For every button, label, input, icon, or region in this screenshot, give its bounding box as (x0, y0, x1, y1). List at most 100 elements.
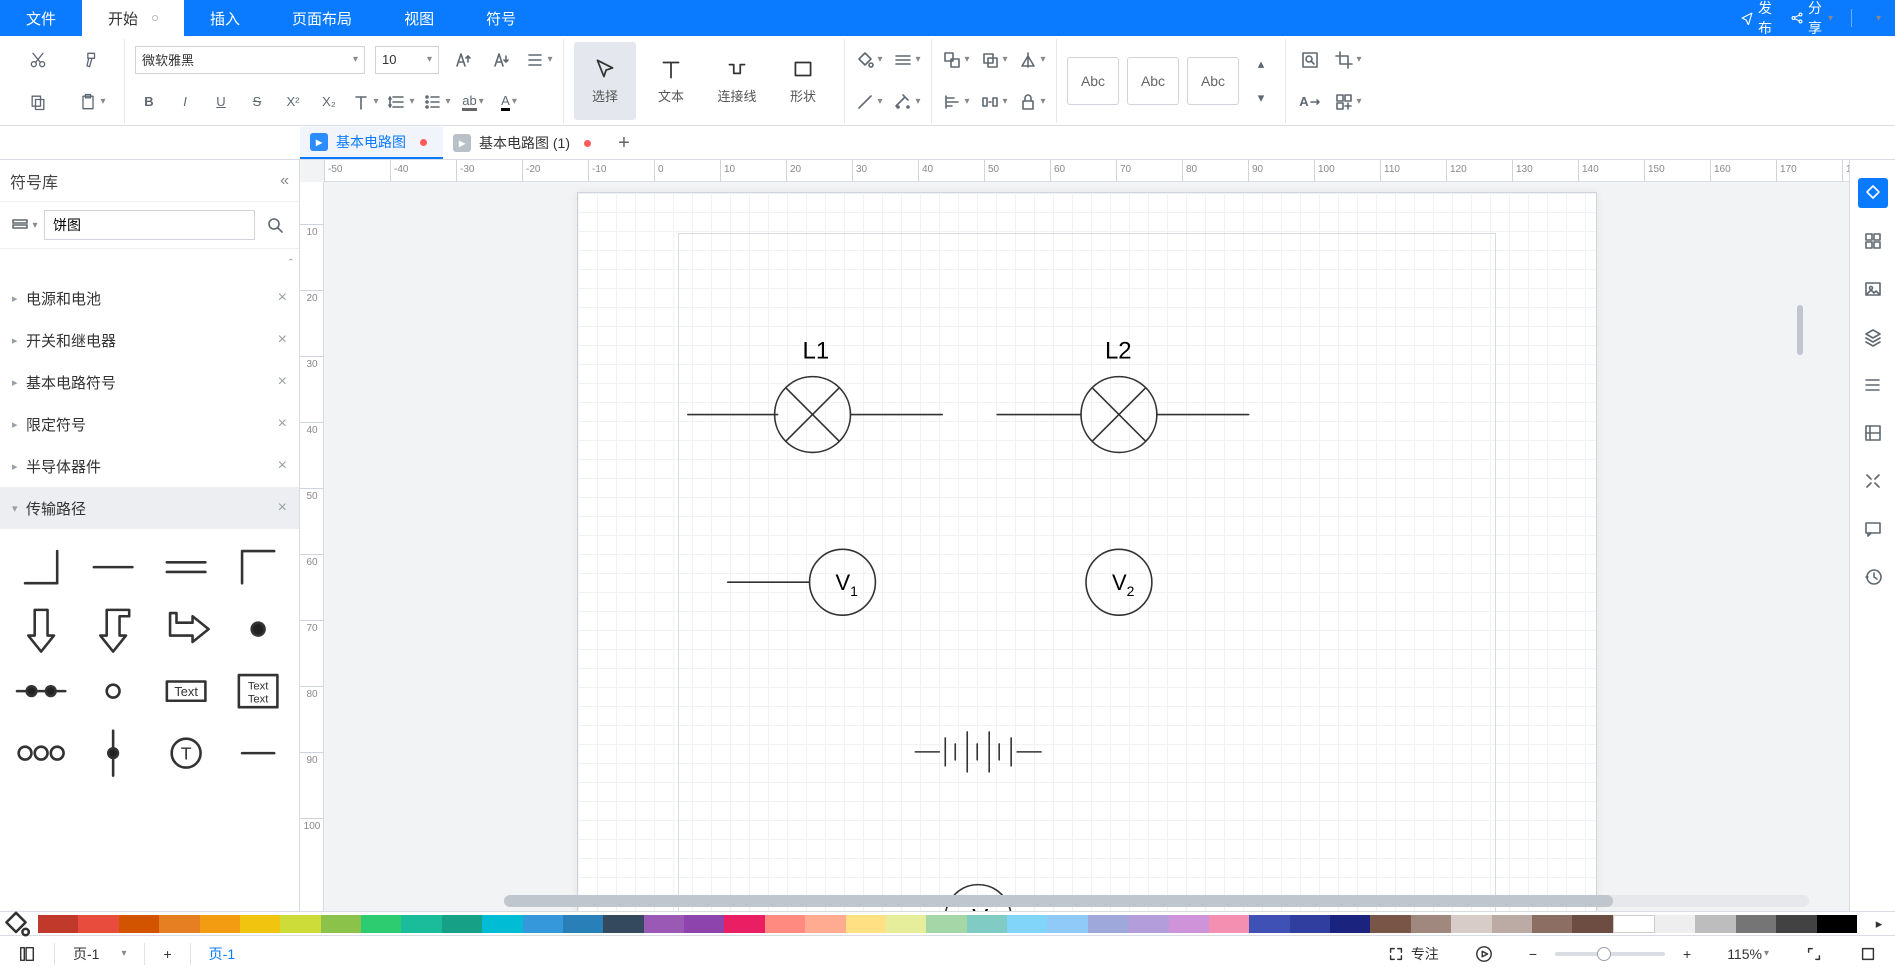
close-icon[interactable]: × (278, 289, 287, 307)
underline-button[interactable]: U (207, 88, 235, 116)
shape-arrow-bend-down[interactable] (80, 601, 146, 657)
text-tool[interactable]: 文本 (640, 42, 702, 120)
doc-tab-1[interactable]: ▸ 基本电路图 (1) (443, 127, 607, 159)
page-tab-0[interactable]: 页-1 (191, 936, 253, 972)
shape-dot[interactable] (225, 601, 291, 657)
group-button[interactable]: ▾ (942, 46, 970, 74)
fill-color-button[interactable]: ▾ (855, 46, 883, 74)
symbol-search-input[interactable] (44, 210, 255, 240)
shape-junction[interactable] (8, 663, 74, 719)
replace-button[interactable]: A (1296, 88, 1324, 116)
shape-text-box[interactable]: Text (153, 663, 219, 719)
cut-button[interactable] (16, 41, 60, 79)
shape-vertical-detach[interactable] (80, 725, 146, 781)
fullscreen-button[interactable] (1787, 936, 1841, 972)
shape-double-line[interactable] (153, 539, 219, 595)
bold-button[interactable]: B (135, 88, 163, 116)
line-spacing-button[interactable]: ▾ (387, 88, 415, 116)
select-tool[interactable]: 选择 (574, 42, 636, 120)
crop-button[interactable]: ▾ (1334, 46, 1362, 74)
format-painter-button[interactable] (70, 41, 114, 79)
copy-button[interactable] (16, 83, 60, 121)
sidebar-cat-qualifier[interactable]: ▸限定符号× (0, 403, 299, 445)
close-icon[interactable]: × (278, 331, 287, 349)
shape-corner-tl[interactable] (8, 539, 74, 595)
zoom-out-button[interactable]: − (1511, 936, 1555, 972)
shape-wire-short[interactable] (225, 725, 291, 781)
collapse-sidebar-button[interactable]: « (280, 172, 289, 190)
theme-next[interactable]: ▾ (1247, 84, 1275, 112)
paste-button[interactable]: ▾ (70, 83, 114, 121)
shape-three-circles[interactable] (8, 725, 74, 781)
theme-1[interactable]: Abc (1067, 57, 1119, 105)
close-icon[interactable]: × (278, 415, 287, 433)
new-tab-button[interactable]: + (607, 127, 641, 159)
theme-prev[interactable]: ▴ (1247, 50, 1275, 78)
menu-insert[interactable]: 插入 (184, 0, 266, 36)
menu-file[interactable]: 文件 (0, 0, 82, 36)
distribute-button[interactable]: ▾ (980, 88, 1008, 116)
library-menu-button[interactable]: ▾ (10, 211, 38, 239)
share-button[interactable]: 分享▾ (1790, 0, 1833, 38)
panel-style-icon[interactable] (1858, 178, 1888, 208)
shape-arrow-down[interactable] (8, 601, 74, 657)
sidebar-cat-semiconductor[interactable]: ▸半导体器件× (0, 445, 299, 487)
scroll-up-icon[interactable]: ˆ (289, 256, 293, 271)
font-color-button[interactable]: A▾ (495, 88, 523, 116)
font-size-select[interactable]: 10▾ (375, 46, 439, 74)
italic-button[interactable]: I (171, 88, 199, 116)
panel-layers-icon[interactable] (1858, 322, 1888, 352)
close-icon[interactable]: × (278, 499, 287, 517)
sidebar-cat-transmission[interactable]: ▾传输路径× (0, 487, 299, 529)
font-grow-button[interactable] (449, 46, 477, 74)
more-colors-button[interactable]: ▸ (1863, 916, 1895, 932)
publish-button[interactable]: 发布 (1740, 0, 1772, 38)
connector-tool[interactable]: 连接线 (706, 42, 768, 120)
highlight-button[interactable]: ab▾ (459, 88, 487, 116)
shape-line[interactable] (80, 539, 146, 595)
zoom-value[interactable]: 115%▾ (1709, 936, 1787, 972)
panel-expand-icon[interactable] (1858, 466, 1888, 496)
shape-tool[interactable]: 形状 (772, 42, 834, 120)
shape-corner-br[interactable] (225, 539, 291, 595)
theme-3[interactable]: Abc (1187, 57, 1239, 105)
shape-text-stack[interactable]: TextText (225, 663, 291, 719)
color-palette[interactable] (32, 915, 1863, 933)
menu-view[interactable]: 视图 (378, 0, 460, 36)
sidebar-cat-power[interactable]: ▸电源和电池× (0, 277, 299, 319)
battery-bank[interactable] (915, 732, 1041, 772)
bring-forward-button[interactable]: ▾ (980, 46, 1008, 74)
shape-terminal[interactable]: T (153, 725, 219, 781)
theme-2[interactable]: Abc (1127, 57, 1179, 105)
panel-outline-icon[interactable] (1858, 370, 1888, 400)
align-button[interactable]: ▾ (942, 88, 970, 116)
shape-arrow-bend-right[interactable] (153, 601, 219, 657)
panel-comments-icon[interactable] (1858, 514, 1888, 544)
add-page-button[interactable]: + (145, 936, 189, 972)
panel-history-icon[interactable] (1858, 562, 1888, 592)
help-button[interactable]: ▾ (1870, 13, 1881, 24)
flip-button[interactable]: ▾ (1018, 46, 1046, 74)
sidebar-cat-switch[interactable]: ▸开关和继电器× (0, 319, 299, 361)
page-select[interactable]: 页-1▾ (55, 936, 144, 972)
fit-page-button[interactable] (1841, 936, 1895, 972)
right-panel-handle[interactable] (1797, 305, 1803, 355)
menu-pagelayout[interactable]: 页面布局 (266, 0, 378, 36)
arrange-button[interactable]: ▾ (1334, 88, 1362, 116)
panel-data-icon[interactable] (1858, 418, 1888, 448)
panel-image-icon[interactable] (1858, 274, 1888, 304)
zoom-in-button[interactable]: + (1665, 936, 1709, 972)
panel-shapes-icon[interactable] (1858, 226, 1888, 256)
strikethrough-button[interactable]: S (243, 88, 271, 116)
doc-tab-0[interactable]: ▸ 基本电路图 (300, 127, 443, 159)
font-shrink-button[interactable] (487, 46, 515, 74)
menu-symbols[interactable]: 符号 (460, 0, 542, 36)
align-horizontal-button[interactable]: ▾ (525, 46, 553, 74)
shape-node-open[interactable] (80, 663, 146, 719)
line-color-button[interactable]: ▾ (855, 88, 883, 116)
zoom-slider[interactable] (1555, 952, 1665, 956)
find-button[interactable] (1296, 46, 1324, 74)
pages-panel-button[interactable] (0, 936, 54, 972)
hscrollbar-track[interactable] (504, 895, 1809, 907)
sidebar-cat-basic[interactable]: ▸基本电路符号× (0, 361, 299, 403)
